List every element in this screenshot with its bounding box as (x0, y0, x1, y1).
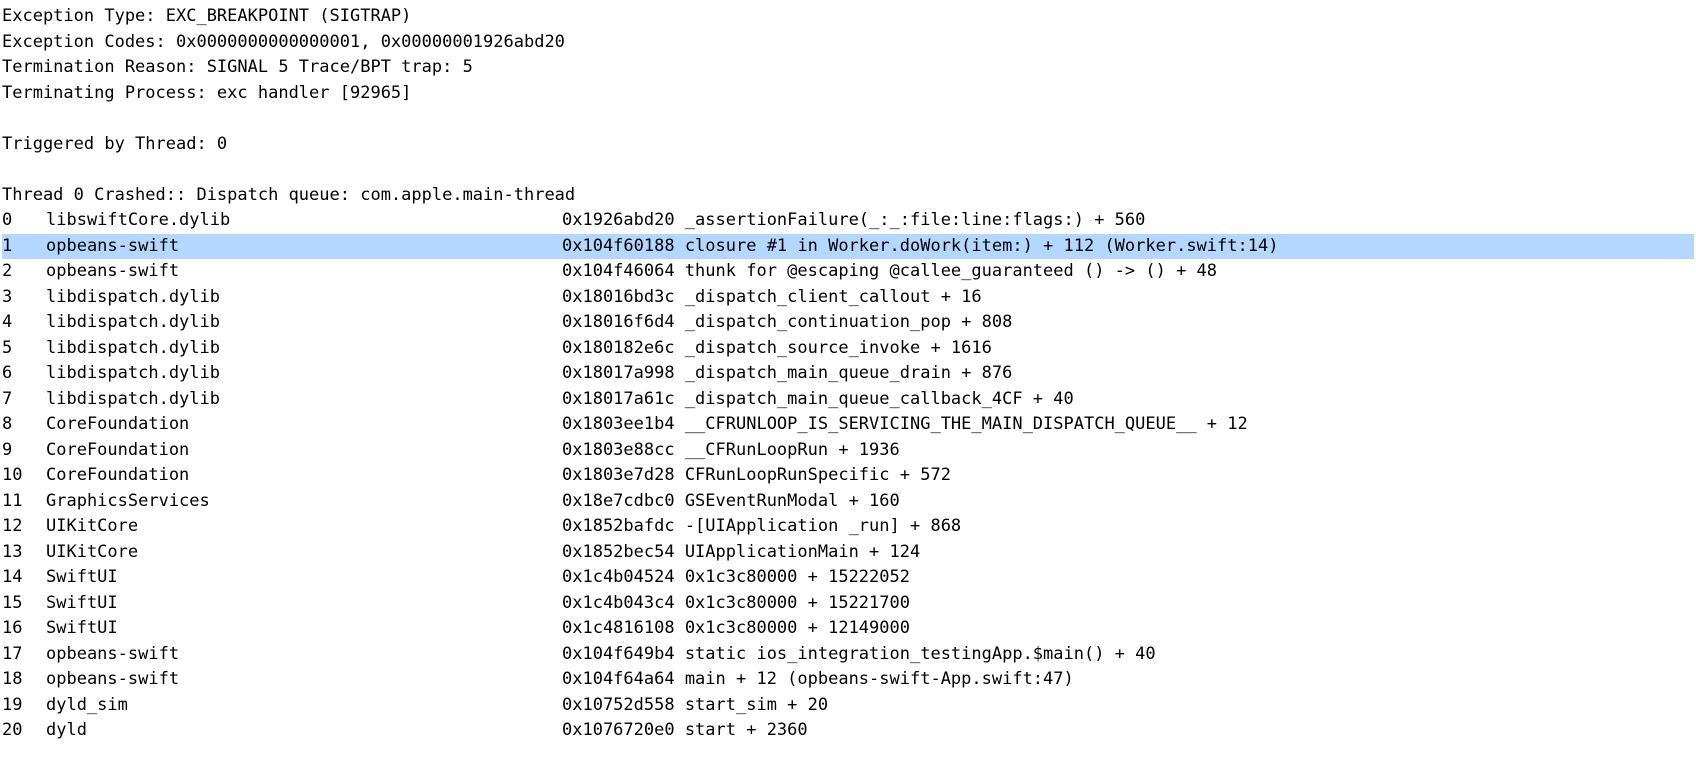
stack-frame-row[interactable]: 2opbeans-swift0x104f46064 thunk for @esc… (2, 259, 1694, 285)
stack-frame-row[interactable]: 12UIKitCore0x1852bafdc -[UIApplication _… (2, 514, 1694, 540)
frame-module: GraphicsServices (46, 489, 562, 515)
frame-module: SwiftUI (46, 565, 562, 591)
frame-location: 0x180182e6c _dispatch_source_invoke + 16… (562, 336, 1694, 362)
stack-frame-row[interactable]: 13UIKitCore0x1852bec54 UIApplicationMain… (2, 540, 1694, 566)
frame-module: dyld_sim (46, 693, 562, 719)
frame-module: UIKitCore (46, 540, 562, 566)
stack-frame-row[interactable]: 6libdispatch.dylib0x18017a998 _dispatch_… (2, 361, 1694, 387)
thread-title-line: Thread 0 Crashed:: Dispatch queue: com.a… (2, 183, 1694, 209)
exception-codes-line: Exception Codes: 0x0000000000000001, 0x0… (2, 30, 1694, 56)
stack-frame-row[interactable]: 5libdispatch.dylib0x180182e6c _dispatch_… (2, 336, 1694, 362)
frame-index: 0 (2, 208, 46, 234)
termination-reason-line: Termination Reason: SIGNAL 5 Trace/BPT t… (2, 55, 1694, 81)
frame-index: 12 (2, 514, 46, 540)
frame-index: 17 (2, 642, 46, 668)
frame-index: 18 (2, 667, 46, 693)
frame-index: 8 (2, 412, 46, 438)
frame-index: 3 (2, 285, 46, 311)
stack-frame-row[interactable]: 8CoreFoundation0x1803ee1b4 __CFRUNLOOP_I… (2, 412, 1694, 438)
frame-module: dyld (46, 718, 562, 744)
frame-location: 0x1803e7d28 CFRunLoopRunSpecific + 572 (562, 463, 1694, 489)
stack-frame-row[interactable]: 11GraphicsServices0x18e7cdbc0 GSEventRun… (2, 489, 1694, 515)
frame-location: 0x1852bec54 UIApplicationMain + 124 (562, 540, 1694, 566)
frame-location: 0x18017a61c _dispatch_main_queue_callbac… (562, 387, 1694, 413)
stack-frame-row[interactable]: 14SwiftUI0x1c4b04524 0x1c3c80000 + 15222… (2, 565, 1694, 591)
stack-frame-row[interactable]: 7libdispatch.dylib0x18017a61c _dispatch_… (2, 387, 1694, 413)
frame-location: 0x18016bd3c _dispatch_client_callout + 1… (562, 285, 1694, 311)
frame-index: 4 (2, 310, 46, 336)
stack-frame-row[interactable]: 18opbeans-swift0x104f64a64 main + 12 (op… (2, 667, 1694, 693)
stack-frame-row[interactable]: 9CoreFoundation0x1803e88cc __CFRunLoopRu… (2, 438, 1694, 464)
stack-frame-row[interactable]: 10CoreFoundation0x1803e7d28 CFRunLoopRun… (2, 463, 1694, 489)
frame-location: 0x18016f6d4 _dispatch_continuation_pop +… (562, 310, 1694, 336)
frame-module: CoreFoundation (46, 438, 562, 464)
frame-index: 9 (2, 438, 46, 464)
stack-frame-row[interactable]: 16SwiftUI0x1c4816108 0x1c3c80000 + 12149… (2, 616, 1694, 642)
frame-module: UIKitCore (46, 514, 562, 540)
frame-module: libswiftCore.dylib (46, 208, 562, 234)
stack-frame-row[interactable]: 19dyld_sim0x10752d558 start_sim + 20 (2, 693, 1694, 719)
frame-index: 7 (2, 387, 46, 413)
stack-frame-row[interactable]: 3libdispatch.dylib0x18016bd3c _dispatch_… (2, 285, 1694, 311)
terminating-process-line: Terminating Process: exc handler [92965] (2, 81, 1694, 107)
frame-location: 0x104f46064 thunk for @escaping @callee_… (562, 259, 1694, 285)
stack-frame-row[interactable]: 20dyld0x1076720e0 start + 2360 (2, 718, 1694, 744)
frame-location: 0x1076720e0 start + 2360 (562, 718, 1694, 744)
frame-module: opbeans-swift (46, 234, 562, 260)
frame-location: 0x10752d558 start_sim + 20 (562, 693, 1694, 719)
frame-location: 0x1852bafdc -[UIApplication _run] + 868 (562, 514, 1694, 540)
frame-index: 2 (2, 259, 46, 285)
frame-module: libdispatch.dylib (46, 336, 562, 362)
frame-index: 5 (2, 336, 46, 362)
frame-location: 0x18017a998 _dispatch_main_queue_drain +… (562, 361, 1694, 387)
frame-index: 16 (2, 616, 46, 642)
stack-frame-row[interactable]: 1opbeans-swift0x104f60188 closure #1 in … (2, 234, 1694, 260)
blank-line (2, 157, 1694, 183)
frame-module: libdispatch.dylib (46, 361, 562, 387)
stack-frame-row[interactable]: 4libdispatch.dylib0x18016f6d4 _dispatch_… (2, 310, 1694, 336)
frame-index: 11 (2, 489, 46, 515)
frame-index: 1 (2, 234, 46, 260)
frame-location: 0x1c4816108 0x1c3c80000 + 12149000 (562, 616, 1694, 642)
frame-index: 10 (2, 463, 46, 489)
frame-location: 0x1926abd20 _assertionFailure(_:_:file:l… (562, 208, 1694, 234)
frame-index: 13 (2, 540, 46, 566)
frame-location: 0x1803e88cc __CFRunLoopRun + 1936 (562, 438, 1694, 464)
exception-type-line: Exception Type: EXC_BREAKPOINT (SIGTRAP) (2, 4, 1694, 30)
stack-frame-row[interactable]: 15SwiftUI0x1c4b043c4 0x1c3c80000 + 15221… (2, 591, 1694, 617)
frame-module: opbeans-swift (46, 259, 562, 285)
frame-module: libdispatch.dylib (46, 387, 562, 413)
frame-location: 0x1803ee1b4 __CFRUNLOOP_IS_SERVICING_THE… (562, 412, 1694, 438)
frame-module: CoreFoundation (46, 412, 562, 438)
blank-line (2, 106, 1694, 132)
frame-location: 0x104f64a64 main + 12 (opbeans-swift-App… (562, 667, 1694, 693)
frame-module: CoreFoundation (46, 463, 562, 489)
frame-module: SwiftUI (46, 616, 562, 642)
frame-index: 6 (2, 361, 46, 387)
frame-location: 0x104f649b4 static ios_integration_testi… (562, 642, 1694, 668)
stack-frame-row[interactable]: 0libswiftCore.dylib0x1926abd20 _assertio… (2, 208, 1694, 234)
frame-location: 0x18e7cdbc0 GSEventRunModal + 160 (562, 489, 1694, 515)
triggered-line: Triggered by Thread: 0 (2, 132, 1694, 158)
frame-index: 19 (2, 693, 46, 719)
frame-module: opbeans-swift (46, 667, 562, 693)
frame-index: 14 (2, 565, 46, 591)
frame-module: opbeans-swift (46, 642, 562, 668)
frame-index: 15 (2, 591, 46, 617)
stack-frame-row[interactable]: 17opbeans-swift0x104f649b4 static ios_in… (2, 642, 1694, 668)
frame-index: 20 (2, 718, 46, 744)
frame-module: libdispatch.dylib (46, 285, 562, 311)
frame-module: libdispatch.dylib (46, 310, 562, 336)
frame-location: 0x1c4b04524 0x1c3c80000 + 15222052 (562, 565, 1694, 591)
frame-module: SwiftUI (46, 591, 562, 617)
frame-location: 0x104f60188 closure #1 in Worker.doWork(… (562, 234, 1694, 260)
frame-location: 0x1c4b043c4 0x1c3c80000 + 15221700 (562, 591, 1694, 617)
